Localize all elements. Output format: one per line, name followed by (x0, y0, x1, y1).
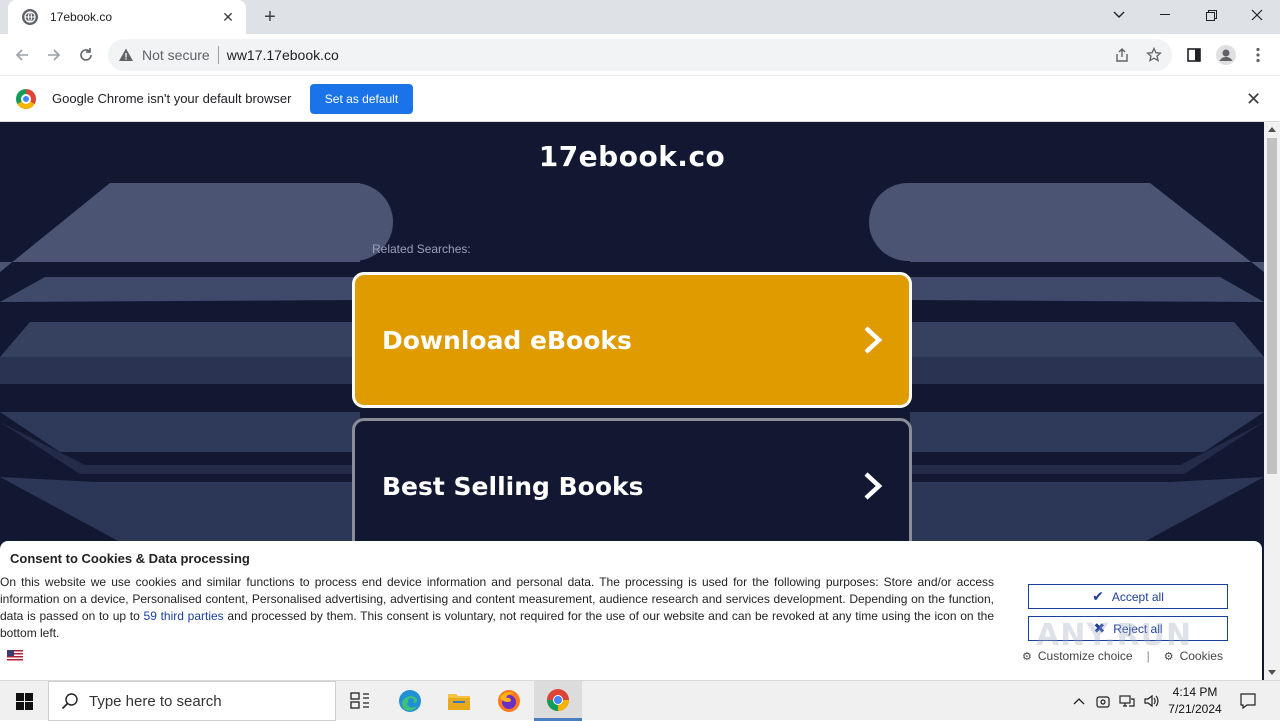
notification-icon[interactable] (1234, 681, 1262, 721)
file-explorer-icon[interactable] (435, 681, 483, 721)
globe-icon (22, 9, 38, 25)
chevron-right-icon (864, 326, 883, 354)
cookie-consent-banner: Consent to Cookies & Data processing On … (0, 541, 1262, 680)
security-label: Not secure (142, 47, 210, 63)
cookie-icon: ⚙ (1163, 650, 1174, 663)
download-ebooks-button[interactable]: Download eBooks (352, 272, 912, 408)
browser-toolbar: Not secure ww17.17ebook.co (0, 34, 1280, 76)
tab-title: 17ebook.co (50, 10, 113, 24)
menu-kebab-icon[interactable] (1246, 43, 1270, 67)
search-icon (61, 693, 78, 710)
accept-all-label: Accept all (1111, 589, 1164, 604)
accept-all-button[interactable]: ✔ Accept all (1028, 584, 1228, 609)
search-placeholder: Type here to search (89, 692, 222, 710)
meet-now-icon[interactable] (1092, 681, 1114, 721)
firefox-icon[interactable] (485, 681, 533, 721)
url-text[interactable]: ww17.17ebook.co (227, 47, 339, 63)
customize-choice-link[interactable]: Customize choice (1038, 649, 1133, 663)
scroll-down-arrow[interactable] (1268, 670, 1276, 675)
clock-time: 4:14 PM (1172, 685, 1218, 699)
close-infobar-icon[interactable]: ✕ (1246, 89, 1261, 110)
cta-label: Best Selling Books (382, 471, 644, 501)
page-scrollbar[interactable] (1264, 122, 1280, 680)
show-hidden-icons-chevron[interactable] (1068, 681, 1090, 721)
browser-tab[interactable]: 17ebook.co ✕ (8, 0, 246, 34)
consent-body: On this website we use cookies and simil… (0, 574, 994, 642)
close-tab-icon[interactable]: ✕ (220, 9, 236, 26)
windows-logo-icon (15, 692, 33, 710)
consent-secondary-links: ⚙ Customize choice | ⚙ Cookies (1022, 649, 1223, 663)
restore-button[interactable] (1188, 0, 1234, 30)
infobar-message: Google Chrome isn't your default browser (52, 91, 292, 106)
related-searches-label: Related Searches: (372, 242, 471, 256)
start-button[interactable] (0, 681, 48, 721)
edge-browser-icon[interactable] (386, 681, 434, 721)
default-browser-infobar: Google Chrome isn't your default browser… (0, 77, 1280, 122)
tab-search-icon[interactable] (1096, 0, 1142, 30)
browser-tab-bar: 17ebook.co ✕ + (0, 0, 1280, 34)
bookmark-star-icon[interactable] (1142, 43, 1166, 67)
set-default-button[interactable]: Set as default (310, 84, 413, 114)
scroll-up-arrow[interactable] (1268, 127, 1276, 132)
warning-icon[interactable] (118, 47, 134, 63)
divider (217, 46, 219, 64)
volume-icon[interactable] (1140, 681, 1162, 721)
back-button[interactable] (10, 43, 34, 67)
cookies-link[interactable]: Cookies (1180, 649, 1223, 663)
windows-taskbar: Type here to search 4:14 PM 7/21/2024 (0, 680, 1280, 721)
chrome-taskbar-icon[interactable] (534, 681, 582, 721)
reload-button[interactable] (74, 43, 98, 67)
minimize-button[interactable] (1142, 0, 1188, 30)
cta-label: Download eBooks (382, 325, 632, 355)
new-tab-button[interactable]: + (258, 6, 282, 28)
gear-icon: ⚙ (1022, 650, 1032, 663)
network-icon[interactable] (1116, 681, 1138, 721)
close-window-button[interactable] (1234, 0, 1280, 30)
taskbar-search-box[interactable]: Type here to search (48, 681, 336, 721)
chevron-right-icon (864, 472, 883, 500)
system-clock[interactable]: 4:14 PM 7/21/2024 (1160, 684, 1230, 718)
chrome-logo-icon (16, 89, 36, 109)
clock-date: 7/21/2024 (1168, 702, 1222, 716)
share-icon[interactable] (1110, 43, 1134, 67)
profile-avatar[interactable] (1214, 43, 1238, 67)
language-flag-icon[interactable] (7, 650, 23, 661)
scrollbar-thumb[interactable] (1267, 138, 1277, 474)
address-bar[interactable]: Not secure ww17.17ebook.co (108, 39, 1172, 71)
best-selling-books-button[interactable]: Best Selling Books (352, 418, 912, 554)
consent-title: Consent to Cookies & Data processing (10, 551, 250, 566)
side-panel-icon[interactable] (1182, 43, 1206, 67)
site-title: 17ebook.co (538, 140, 726, 173)
checkmark-icon: ✔ (1092, 588, 1104, 604)
task-view-icon[interactable] (336, 681, 384, 721)
forward-button[interactable] (42, 43, 66, 67)
link-divider: | (1146, 649, 1150, 663)
watermark: ANY.RUN (1036, 618, 1193, 653)
third-parties-link[interactable]: 59 third parties (144, 609, 224, 623)
